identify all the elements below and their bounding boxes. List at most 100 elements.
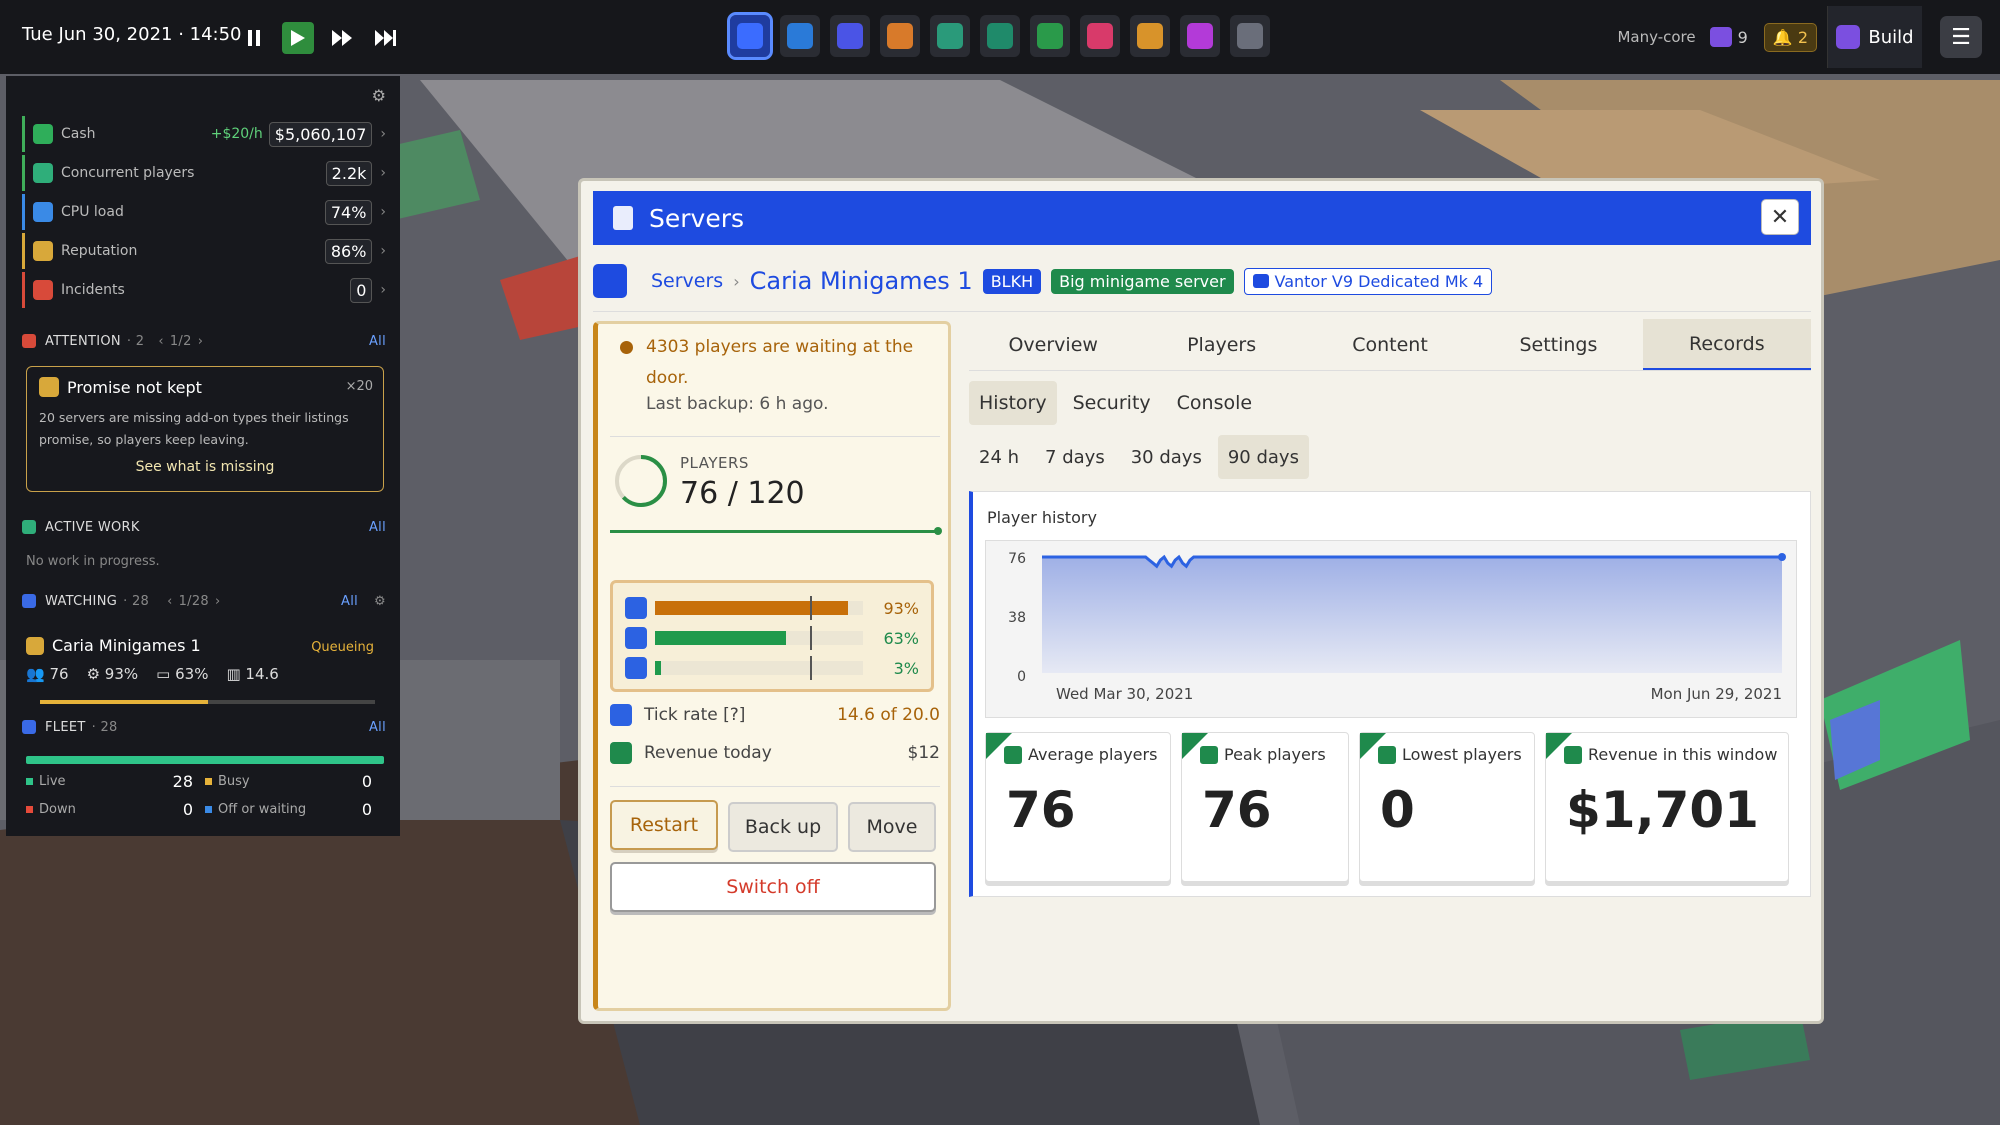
pause-icon xyxy=(248,30,260,46)
prev-icon[interactable]: ‹ xyxy=(167,594,173,609)
watched-server-name: Caria Minigames 1 xyxy=(52,636,201,655)
memory-icon xyxy=(625,627,647,649)
stat-cpu-load[interactable]: CPU load 74% › xyxy=(22,194,386,230)
metric-tick: ▥ 14.6 xyxy=(226,665,279,683)
stat-label: Incidents xyxy=(61,282,125,298)
guide-app-button[interactable] xyxy=(1230,15,1270,57)
fast-forward-button[interactable] xyxy=(326,22,358,54)
metric-cpu: ⚙ 93% xyxy=(86,665,139,683)
region-tag: BLKH xyxy=(982,268,1042,294)
next-icon[interactable]: › xyxy=(215,594,221,609)
chat-app-button[interactable] xyxy=(1080,15,1120,57)
target-marker xyxy=(810,596,812,620)
fleet-all-link[interactable]: All xyxy=(369,720,386,735)
subtab-security[interactable]: Security xyxy=(1063,381,1161,425)
pause-button[interactable] xyxy=(238,22,270,54)
datacenter-app-button[interactable] xyxy=(780,15,820,57)
network-app-button[interactable] xyxy=(830,15,870,57)
stat-reputation[interactable]: Reputation 86% › xyxy=(22,233,386,269)
card-peak-players: Peak players 76 xyxy=(1181,732,1349,882)
tab-settings[interactable]: Settings xyxy=(1474,319,1642,371)
attention-all-link[interactable]: All xyxy=(369,334,386,349)
y-tick-max: 76 xyxy=(1008,551,1026,567)
memory-fill xyxy=(655,631,787,645)
subtab-history[interactable]: History xyxy=(969,381,1057,425)
players-icon xyxy=(1378,745,1396,764)
watched-server-progress xyxy=(40,700,375,704)
attention-count: · 2 xyxy=(126,333,145,349)
server-icon xyxy=(22,594,36,608)
alerts-badge[interactable]: 🔔 2 xyxy=(1763,22,1817,52)
servers-app-button[interactable] xyxy=(727,12,773,60)
stat-incidents[interactable]: Incidents 0 › xyxy=(22,272,386,308)
server-icon xyxy=(26,636,44,655)
prev-icon[interactable]: ‹ xyxy=(158,334,164,349)
metric-memory: ▭ 63% xyxy=(156,665,209,683)
hardware-tag[interactable]: Vantor V9 Dedicated Mk 4 xyxy=(1243,267,1493,295)
build-label: Build xyxy=(1868,26,1914,48)
restart-button[interactable]: Restart xyxy=(610,800,718,850)
fastest-button[interactable] xyxy=(370,22,402,54)
see-missing-link[interactable]: See what is missing xyxy=(39,459,371,475)
range-7-days[interactable]: 7 days xyxy=(1035,435,1115,479)
finance-app-button[interactable] xyxy=(1030,15,1070,57)
stat-cash[interactable]: Cash +$20/h $5,060,107 › xyxy=(22,116,386,152)
live-dot xyxy=(26,778,33,785)
live-count: 28 xyxy=(172,772,193,791)
range-24h[interactable]: 24 h xyxy=(969,435,1029,479)
memory-icon: ▭ xyxy=(156,665,171,683)
tab-content[interactable]: Content xyxy=(1306,319,1474,371)
build-button[interactable]: Build xyxy=(1827,6,1922,68)
stat-value: 86% xyxy=(324,238,373,264)
alert-description: 20 servers are missing add-on types thei… xyxy=(39,410,349,447)
status-sidebar: ⚙ Cash +$20/h $5,060,107 › Concurrent pl… xyxy=(6,76,400,836)
cash-icon xyxy=(33,124,53,144)
cpu-percent: 93% xyxy=(883,598,919,618)
staff-app-button[interactable] xyxy=(880,15,920,57)
divider xyxy=(610,786,940,787)
backup-button[interactable]: Back up xyxy=(728,802,838,852)
player-history-panel: Player history 76 38 0 Wed Mar 30, 2021 … xyxy=(969,491,1811,897)
reputation-icon xyxy=(33,241,53,261)
revenue-label: Revenue today xyxy=(644,743,772,763)
stat-concurrent-players[interactable]: Concurrent players 2.2k › xyxy=(22,155,386,191)
watched-server-metrics: 👥 76 ⚙ 93% ▭ 63% ▥ 14.6 xyxy=(26,665,384,683)
active-work-all-link[interactable]: All xyxy=(369,520,386,535)
tab-overview[interactable]: Overview xyxy=(969,319,1137,371)
next-icon[interactable]: › xyxy=(198,334,204,349)
x-start-label: Wed Mar 30, 2021 xyxy=(1056,685,1193,703)
sidebar-settings-icon[interactable]: ⚙ xyxy=(372,86,386,105)
code-app-button[interactable] xyxy=(980,15,1020,57)
watching-all-link[interactable]: All xyxy=(341,594,358,609)
tab-players[interactable]: Players xyxy=(1137,319,1305,371)
tab-records[interactable]: Records xyxy=(1642,319,1812,371)
store-app-button[interactable] xyxy=(1130,15,1170,57)
server-icon xyxy=(22,720,36,734)
attention-label: ATTENTION xyxy=(45,333,121,349)
resource-cpu: 93% xyxy=(625,593,919,623)
work-icon xyxy=(22,520,36,534)
range-90-days[interactable]: 90 days xyxy=(1217,435,1309,479)
server-status-panel: 4303 players are waiting at the door. La… xyxy=(593,321,951,1011)
switch-off-button[interactable]: Switch off xyxy=(610,862,936,912)
watching-settings-icon[interactable]: ⚙ xyxy=(374,594,386,609)
stats-app-button[interactable] xyxy=(1180,15,1220,57)
cores-chip[interactable]: 9 xyxy=(1709,27,1748,47)
top-right-controls: Many-core 9 🔔 2 Build ☰ xyxy=(1617,0,2000,74)
watched-server[interactable]: Caria Minigames 1 Queueing 👥 76 ⚙ 93% ▭ … xyxy=(26,636,384,716)
main-menu-button[interactable]: ☰ xyxy=(1940,16,1982,58)
move-button[interactable]: Move xyxy=(848,802,936,852)
subtab-console[interactable]: Console xyxy=(1167,381,1262,425)
alert-card[interactable]: Promise not kept ×20 20 servers are miss… xyxy=(26,366,384,492)
breadcrumb-servers-link[interactable]: Servers xyxy=(651,270,723,292)
tick-rate-label[interactable]: Tick rate [?] xyxy=(644,705,745,725)
latest-point[interactable] xyxy=(1778,553,1786,561)
chevron-right-icon: › xyxy=(733,271,740,291)
top-bar: Tue Jun 30, 2021 · 14:50 Many-core 9 🔔 2… xyxy=(0,0,2000,74)
play-button[interactable] xyxy=(282,22,314,54)
research-app-button[interactable] xyxy=(930,15,970,57)
close-button[interactable]: ✕ xyxy=(1761,199,1799,235)
server-type-tag: Big minigame server xyxy=(1051,268,1234,294)
watching-pager: 1/28 xyxy=(178,593,210,609)
range-30-days[interactable]: 30 days xyxy=(1121,435,1212,479)
